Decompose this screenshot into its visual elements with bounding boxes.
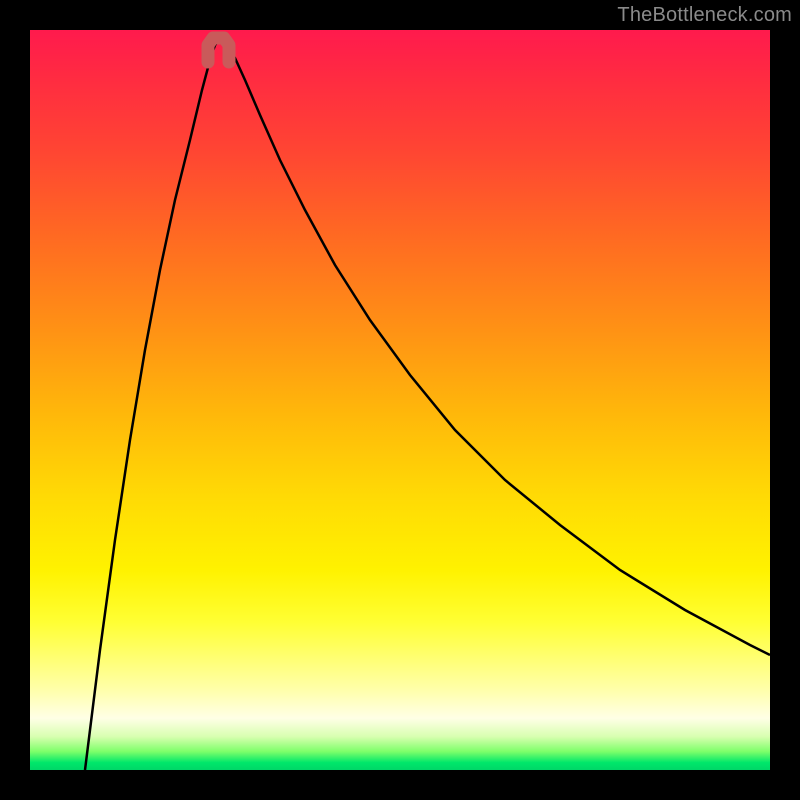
chart-plot-area bbox=[30, 30, 770, 770]
bottleneck-curve-line bbox=[85, 40, 770, 770]
watermark-text: TheBottleneck.com bbox=[617, 4, 792, 27]
minimum-marker-line bbox=[208, 38, 229, 62]
chart-svg bbox=[30, 30, 770, 770]
outer-frame: TheBottleneck.com bbox=[0, 0, 800, 800]
